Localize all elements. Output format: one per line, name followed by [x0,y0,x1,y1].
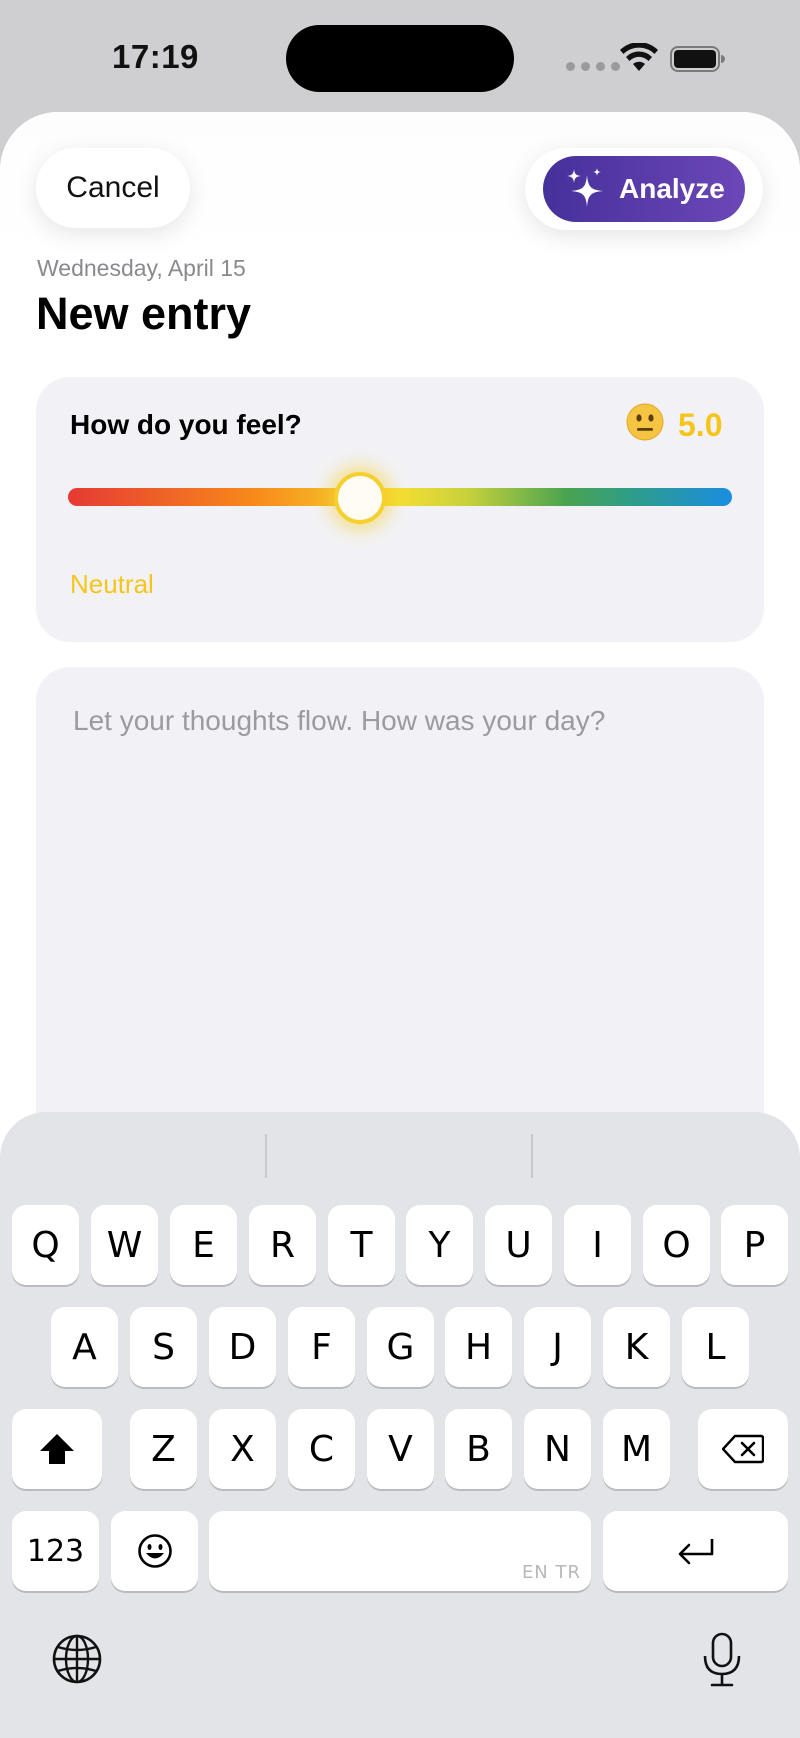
status-time: 17:19 [112,38,199,75]
key-p[interactable]: P [721,1205,788,1285]
page-title: New entry [36,288,252,339]
key-m[interactable]: M [603,1409,670,1489]
key-g[interactable]: G [367,1307,434,1387]
emoji-icon [137,1534,172,1568]
analyze-button[interactable]: Analyze [543,156,745,222]
key-v[interactable]: V [367,1409,434,1489]
key-b[interactable]: B [445,1409,512,1489]
mood-question: How do you feel? [70,409,302,440]
mood-label: Neutral [70,569,154,599]
backspace-icon [722,1434,764,1464]
key-c[interactable]: C [288,1409,355,1489]
backspace-key[interactable] [698,1409,788,1489]
return-icon [678,1539,713,1565]
cellular-signal-icon [566,62,620,71]
globe-icon[interactable] [50,1632,104,1686]
key-o[interactable]: O [643,1205,710,1285]
key-k[interactable]: K [603,1307,670,1387]
key-a[interactable]: A [51,1307,118,1387]
mood-slider-track[interactable] [68,488,732,506]
key-f[interactable]: F [288,1307,355,1387]
entry-date: Wednesday, April 15 [37,255,246,281]
space-key[interactable]: EN TR [209,1511,591,1591]
suggestion-divider [265,1134,267,1178]
journal-box [36,667,764,1187]
key-i[interactable]: I [564,1205,631,1285]
key-n[interactable]: N [524,1409,591,1489]
key-h[interactable]: H [445,1307,512,1387]
wifi-icon [620,43,658,71]
space-language-hint: EN TR [521,1562,581,1583]
key-s[interactable]: S [130,1307,197,1387]
numbers-key[interactable]: 123 [12,1511,99,1591]
mood-card: How do you feel? 5.0 Neutral [36,377,764,642]
analyze-label: Analyze [619,173,725,204]
key-w[interactable]: W [91,1205,158,1285]
dynamic-island [286,25,514,92]
microphone-icon[interactable] [700,1632,744,1688]
emoji-key[interactable] [111,1511,198,1591]
key-y[interactable]: Y [406,1205,473,1285]
key-z[interactable]: Z [130,1409,197,1489]
key-d[interactable]: D [209,1307,276,1387]
key-q[interactable]: Q [12,1205,79,1285]
mood-score: 5.0 [678,407,723,443]
return-key[interactable] [603,1511,788,1591]
mood-slider-thumb[interactable] [334,472,387,524]
cancel-button[interactable]: Cancel [36,148,190,228]
neutral-face-icon [626,403,664,441]
keyboard: Q W E R T Y U I O P A S D F G H J K L Z … [0,1112,800,1738]
key-j[interactable]: J [524,1307,591,1387]
key-x[interactable]: X [209,1409,276,1489]
analyze-button-container: Analyze [525,148,763,230]
sparkles-icon [567,168,603,207]
shift-key[interactable] [12,1409,102,1489]
key-l[interactable]: L [682,1307,749,1387]
key-u[interactable]: U [485,1205,552,1285]
key-r[interactable]: R [249,1205,316,1285]
suggestion-divider [531,1134,533,1178]
shift-icon [40,1434,74,1464]
key-t[interactable]: T [328,1205,395,1285]
key-e[interactable]: E [170,1205,237,1285]
battery-icon [670,46,725,72]
journal-textarea[interactable] [36,667,764,1187]
